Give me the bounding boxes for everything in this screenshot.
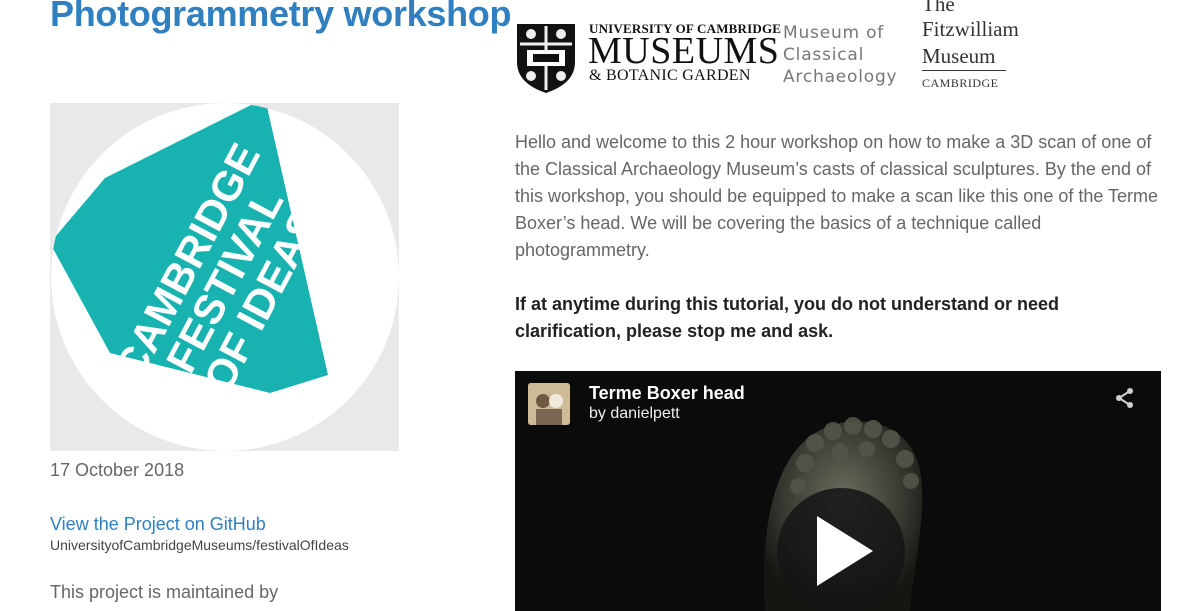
play-button[interactable] [777,488,905,611]
intro-paragraph: Hello and welcome to this 2 hour worksho… [515,132,1159,260]
page-title: Photogrammetry workshop [50,0,512,34]
play-icon [817,516,873,586]
model-author[interactable]: by danielpett [589,405,680,423]
moca-logo-line3: Archaeology [783,67,898,87]
fitz-logo-name1: Fitzwilliam [922,17,1019,41]
fitz-logo-name2: Museum [922,44,996,68]
cambridge-crest-icon [517,24,575,93]
project-date: 17 October 2018 [50,460,185,480]
moca-logo-line2: Classical [783,45,865,65]
fitz-logo-city: CAMBRIDGE [922,76,999,90]
fitz-logo-rule [922,70,1006,71]
fitz-logo-the: The [922,0,955,16]
fitzwilliam-logo: The Fitzwilliam Museum CAMBRIDGE [912,0,1030,96]
ucm-logo-museums: MUSEUMS [588,30,780,72]
clarification-note: If at anytime during this tutorial, you … [515,294,1060,341]
moca-logo: Museum of Classical Archaeology [783,22,897,88]
festival-logo: CAMBRIDGE FESTIVAL OF IDEAS [50,103,399,451]
ucm-logo-bottom: & BOTANIC GARDEN [589,67,751,84]
author-avatar[interactable] [528,383,570,425]
moca-logo-line1: Museum of [783,23,885,43]
share-icon[interactable] [1113,386,1137,410]
sketchfab-viewer[interactable]: Terme Boxer head by danielpett [515,371,1161,611]
model-title[interactable]: Terme Boxer head [589,383,745,404]
github-repo-path: UniversityofCambridgeMuseums/festivalOfI… [50,537,349,553]
github-project-link[interactable]: View the Project on GitHub [50,514,266,535]
